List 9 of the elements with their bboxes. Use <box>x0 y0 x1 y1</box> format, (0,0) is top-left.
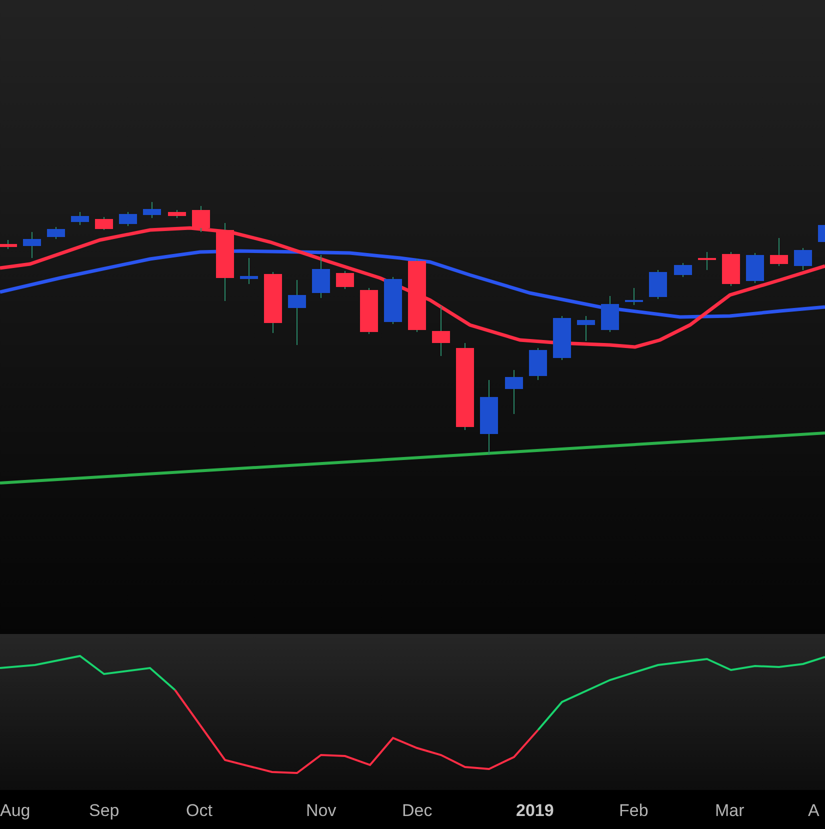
axis-label: Aug <box>0 801 30 821</box>
axis-label: Dec <box>402 801 432 821</box>
axis-label: 2019 <box>516 801 554 821</box>
axis-label: A <box>808 801 820 821</box>
axis-label: Feb <box>619 801 648 821</box>
axis-label: Oct <box>186 801 212 821</box>
axis-label: Sep <box>89 801 120 821</box>
axis-label: Mar <box>715 801 744 821</box>
axis-label: Nov <box>306 801 336 821</box>
